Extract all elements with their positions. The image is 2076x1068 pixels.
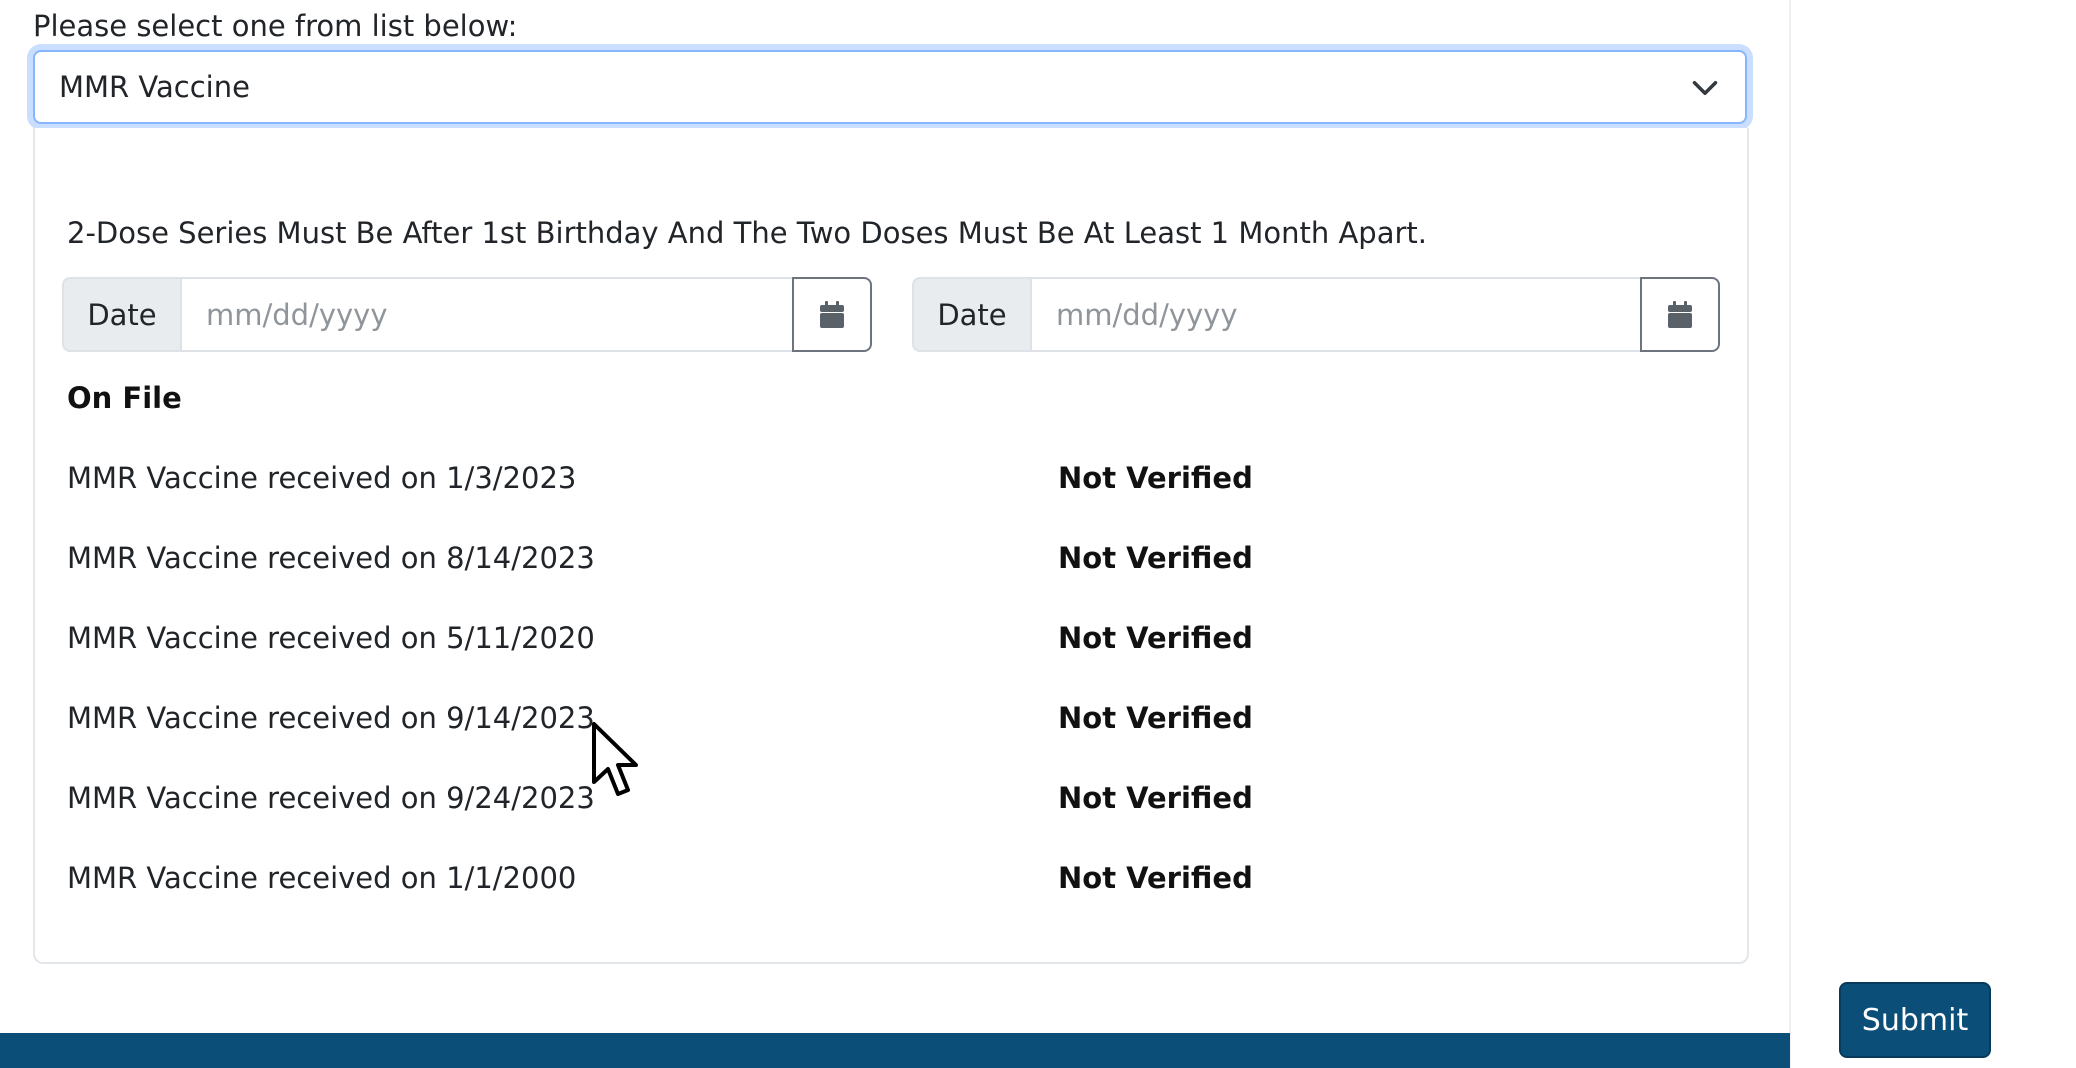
record-status: Not Verified (1058, 621, 1253, 655)
record-status: Not Verified (1058, 701, 1253, 735)
list-item: MMR Vaccine received on 5/11/2020 Not Ve… (67, 617, 1667, 697)
record-status: Not Verified (1058, 541, 1253, 575)
list-item: MMR Vaccine received on 1/3/2023 Not Ver… (67, 457, 1667, 537)
vaccine-select-value: MMR Vaccine (59, 70, 250, 104)
vaccine-form-page: Please select one from list below: MMR V… (0, 0, 2076, 1068)
dose-1-calendar-button[interactable] (792, 277, 872, 352)
dose-2-date-label: Date (912, 277, 1030, 352)
select-label: Please select one from list below: (33, 9, 518, 43)
list-item: MMR Vaccine received on 9/14/2023 Not Ve… (67, 697, 1667, 777)
record-status: Not Verified (1058, 461, 1253, 495)
calendar-icon (1668, 300, 1692, 328)
record-description: MMR Vaccine received on 5/11/2020 (67, 621, 595, 655)
mouse-cursor-icon (592, 722, 638, 796)
record-status: Not Verified (1058, 781, 1253, 815)
record-description: MMR Vaccine received on 9/24/2023 (67, 781, 595, 815)
record-description: MMR Vaccine received on 9/14/2023 (67, 701, 595, 735)
record-description: MMR Vaccine received on 8/14/2023 (67, 541, 595, 575)
record-description: MMR Vaccine received on 1/3/2023 (67, 461, 577, 495)
list-item: MMR Vaccine received on 1/1/2000 Not Ver… (67, 857, 1667, 937)
dose-1-date-group: Date (62, 277, 872, 352)
on-file-records: MMR Vaccine received on 1/3/2023 Not Ver… (67, 457, 1667, 937)
chevron-down-icon (1692, 81, 1718, 95)
record-status: Not Verified (1058, 861, 1253, 895)
record-description: MMR Vaccine received on 1/1/2000 (67, 861, 577, 895)
dose-2-calendar-button[interactable] (1640, 277, 1720, 352)
footer-bar (0, 1033, 1790, 1068)
dose-1-date-input[interactable] (180, 277, 792, 352)
column-divider (1789, 0, 1791, 1068)
dose-2-date-group: Date (912, 277, 1720, 352)
list-item: MMR Vaccine received on 8/14/2023 Not Ve… (67, 537, 1667, 617)
vaccine-select[interactable]: MMR Vaccine (33, 50, 1747, 124)
calendar-icon (820, 300, 844, 328)
on-file-heading: On File (67, 381, 182, 415)
dose-1-date-label: Date (62, 277, 180, 352)
list-item: MMR Vaccine received on 9/24/2023 Not Ve… (67, 777, 1667, 857)
dose-requirements-text: 2-Dose Series Must Be After 1st Birthday… (67, 216, 1427, 250)
submit-button[interactable]: Submit (1839, 982, 1991, 1058)
dose-2-date-input[interactable] (1030, 277, 1640, 352)
